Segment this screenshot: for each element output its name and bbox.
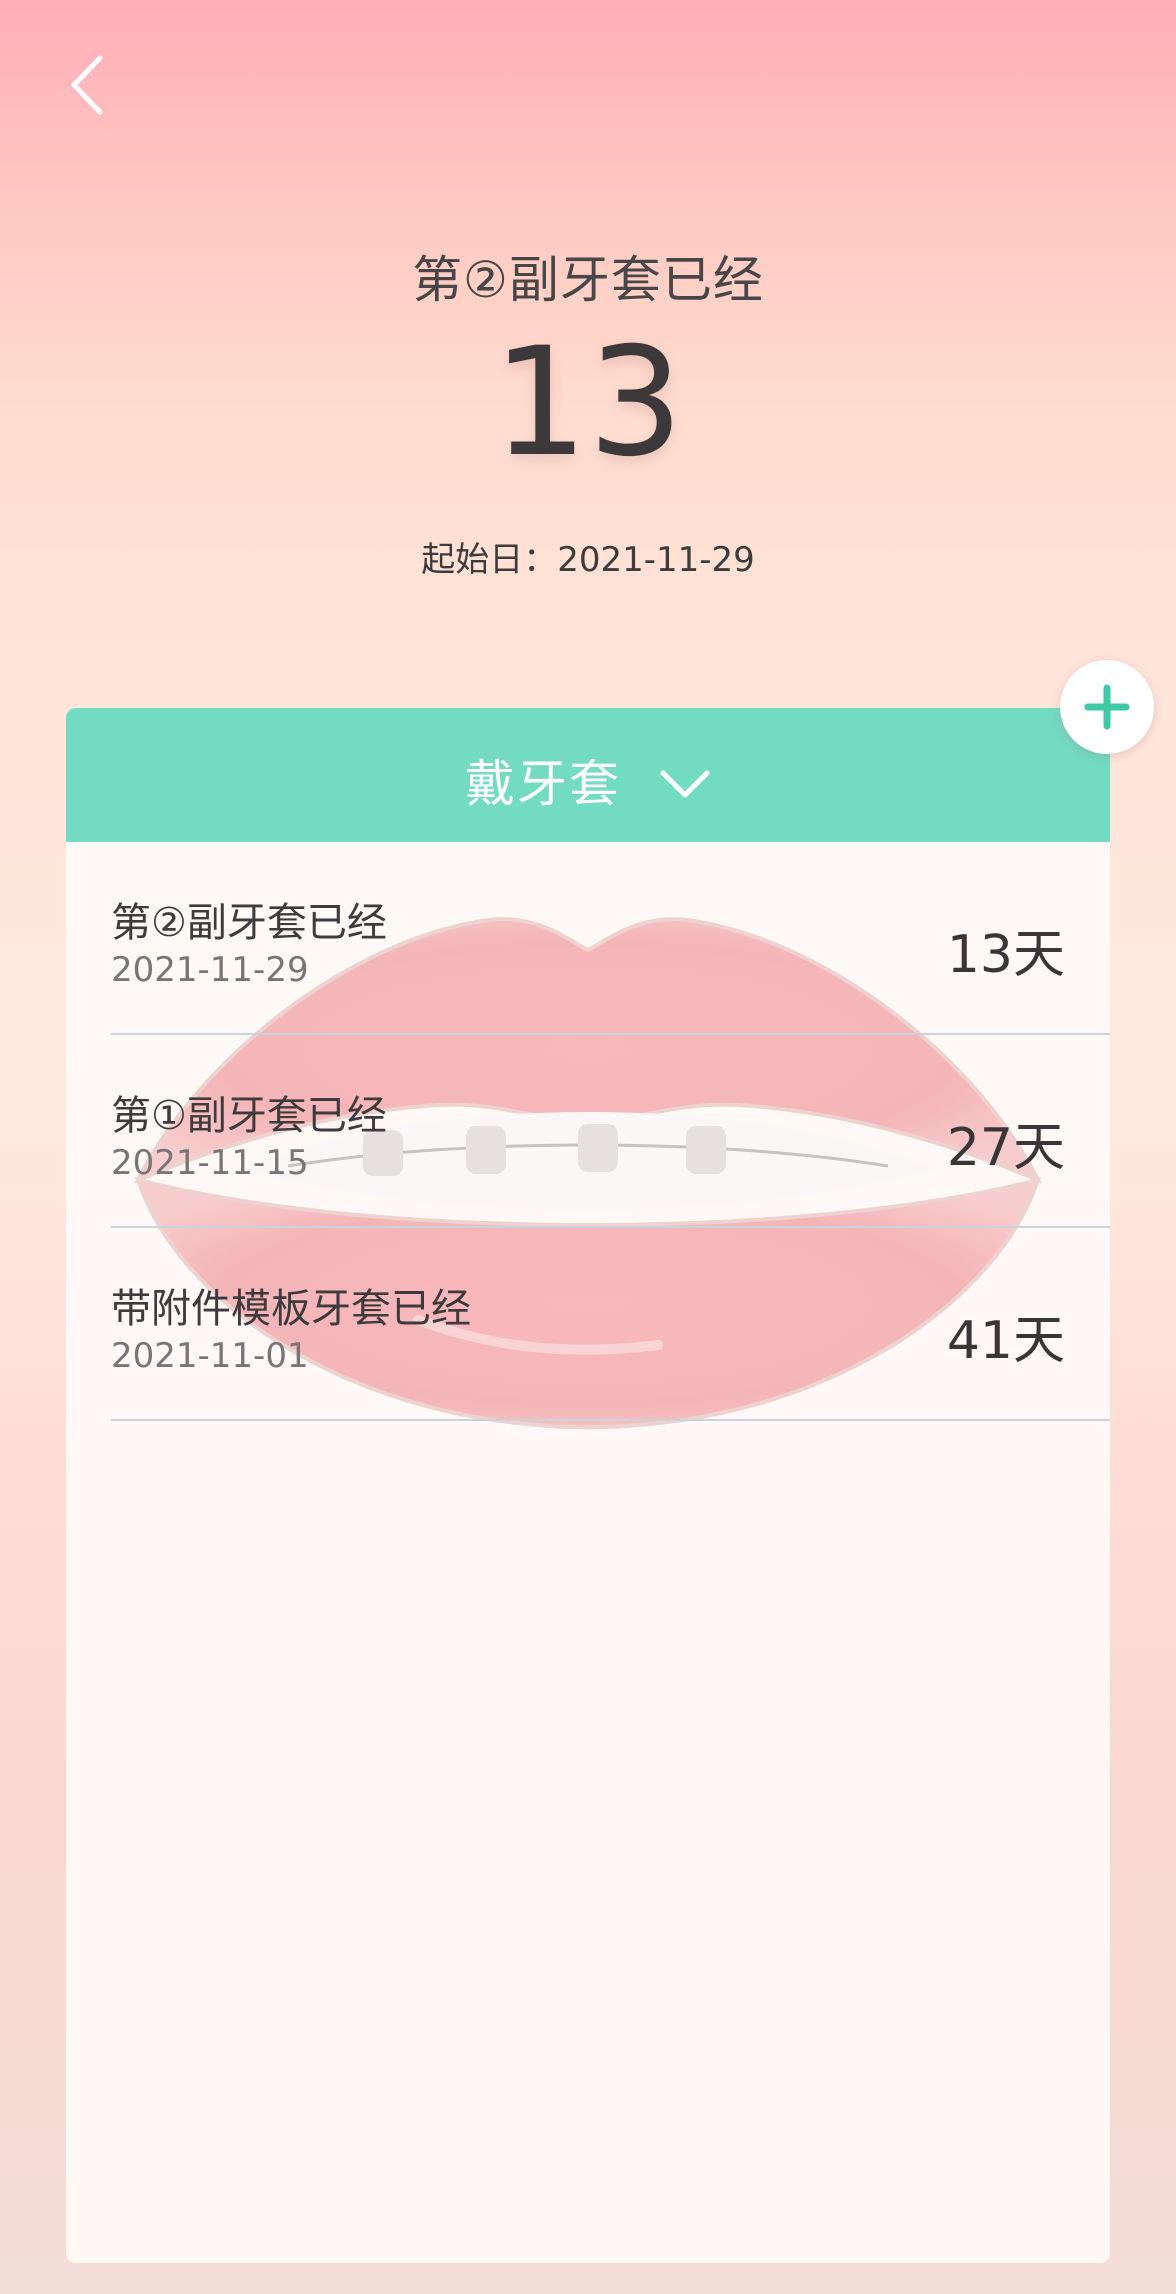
record-days: 41天	[946, 1311, 1065, 1371]
category-dropdown-label-wrap: 戴牙套	[66, 744, 1110, 816]
hero-title: 第②副牙套已经	[412, 251, 764, 309]
record-title: 带附件模板牙套已经	[111, 1286, 471, 1332]
category-dropdown[interactable]: 戴牙套	[66, 708, 1110, 842]
hero-day-count: 13	[492, 316, 684, 490]
back-button[interactable]	[60, 50, 120, 120]
record-days: 27天	[946, 1118, 1065, 1178]
record-title: 第①副牙套已经	[111, 1093, 387, 1139]
record-days: 13天	[946, 925, 1065, 985]
category-dropdown-label: 戴牙套	[465, 755, 622, 813]
chevron-down-icon	[660, 770, 710, 797]
list-item[interactable]: 第②副牙套已经 2021-11-29 13天	[111, 842, 1110, 1035]
record-date: 2021-11-29	[111, 950, 309, 990]
chevron-left-icon	[71, 55, 103, 115]
record-date: 2021-11-15	[111, 1143, 309, 1183]
add-record-button[interactable]	[1060, 660, 1154, 754]
list-item[interactable]: 带附件模板牙套已经 2021-11-01 41天	[111, 1228, 1110, 1421]
hero-start-date-line: 起始日：2021-11-29	[0, 532, 1176, 581]
record-title: 第②副牙套已经	[111, 900, 387, 946]
start-date-label: 起始日：	[421, 540, 558, 580]
list-item[interactable]: 第①副牙套已经 2021-11-15 27天	[111, 1035, 1110, 1228]
records-list: 第②副牙套已经 2021-11-29 13天 第①副牙套已经 2021-11-1…	[66, 842, 1110, 1421]
record-date: 2021-11-01	[111, 1336, 309, 1376]
start-date-value: 2021-11-29	[557, 540, 755, 580]
plus-icon	[1084, 684, 1130, 730]
